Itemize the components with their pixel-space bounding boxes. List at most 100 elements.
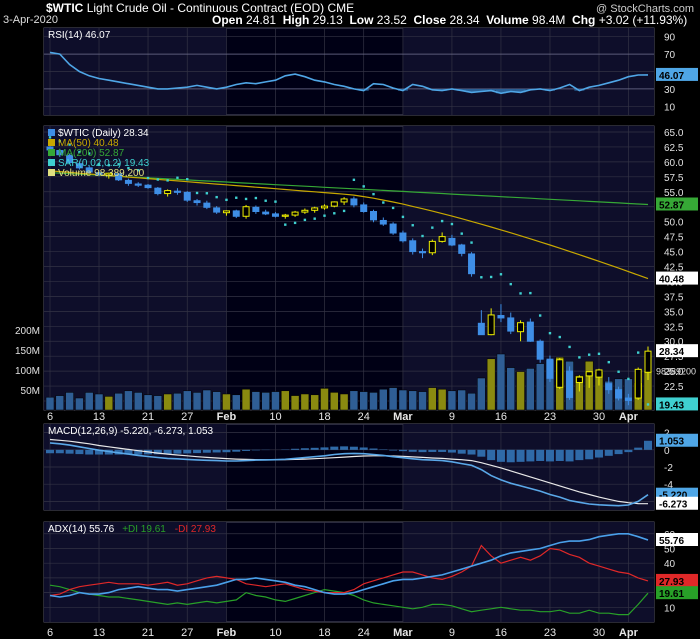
volume-bar: [94, 393, 104, 411]
candle-body: [487, 314, 495, 336]
sar-dot: [578, 356, 581, 359]
candle-body: [575, 376, 583, 383]
sar-dot: [205, 192, 209, 195]
sar-dot: [499, 273, 503, 276]
quote-date: 3-Apr-2020: [3, 14, 59, 26]
volume-bar: [45, 396, 55, 411]
candle-body: [222, 210, 230, 214]
volume-bar: [320, 388, 329, 411]
macd-histogram-bar: [55, 449, 64, 454]
x-tick-label: 18: [318, 627, 330, 639]
sar-dot: [421, 234, 424, 238]
y-tick-label: 37.5: [664, 292, 684, 303]
macd-histogram-bar: [310, 447, 319, 450]
macd-histogram-bar: [359, 447, 368, 450]
macd-histogram-bar: [320, 447, 329, 450]
candle-body: [497, 315, 505, 319]
macd-histogram-bar: [575, 449, 584, 461]
x-tick-label: 23: [544, 411, 556, 423]
x-tick-label: 16: [495, 411, 507, 423]
volume-bar: [535, 363, 545, 411]
x-tick-label: 10: [269, 627, 281, 639]
volume-tick-label: 100M: [15, 366, 40, 377]
volume-bar: [398, 389, 408, 411]
volume-bar: [153, 395, 163, 411]
sar-dot: [382, 201, 385, 204]
sar-dot: [352, 178, 356, 182]
ma50-last-value: 40.48: [659, 275, 684, 286]
candle-body: [389, 223, 397, 234]
volume-bar: [349, 390, 359, 411]
macd-histogram-bar: [555, 449, 564, 461]
volume-bar: [222, 393, 231, 411]
sar-dot: [440, 219, 444, 223]
macd-histogram-bar: [447, 449, 456, 453]
candle-body: [428, 240, 436, 254]
candle-body: [409, 240, 417, 253]
macd-hist-last-value: 1.053: [659, 437, 684, 448]
y-tick-label: 40: [664, 559, 676, 570]
macd-histogram-bar: [526, 449, 535, 462]
macd-histogram-bar: [193, 449, 202, 454]
y-tick-label: 22.5: [664, 382, 684, 393]
legend-swatch: [48, 159, 55, 166]
sar-dot: [264, 199, 267, 202]
macd-histogram-bar: [65, 449, 74, 454]
adx-last-value: 55.76: [659, 536, 684, 547]
volume-bar: [281, 390, 290, 411]
volume-bar: [55, 395, 65, 411]
macd-signal-last-value: -6.273: [659, 500, 688, 511]
sar-dot: [509, 282, 512, 286]
y-tick-label: 35.0: [664, 307, 684, 318]
macd-histogram-bar: [418, 449, 427, 453]
sar-dot: [627, 377, 630, 381]
candle-body: [134, 183, 142, 186]
candle-body: [370, 210, 378, 221]
sar-dot: [597, 352, 601, 355]
candle-body: [595, 369, 603, 378]
volume-bar: [300, 393, 310, 411]
candle-body: [507, 317, 515, 332]
adx-legend-part: +DI 19.61: [122, 524, 166, 535]
candle-body: [320, 205, 328, 209]
sar-last-value: 19.43: [659, 400, 684, 411]
volume-tick-label: 200M: [15, 326, 40, 337]
macd-histogram-bar: [457, 449, 466, 454]
sar-dot: [431, 226, 434, 229]
x-tick-label: 9: [449, 627, 455, 639]
y-tick-label: 47.5: [664, 233, 684, 244]
volume-bar: [84, 392, 94, 411]
macd-legend: MACD(12,26,9) -5.220, -6.273, 1.053: [48, 426, 214, 437]
volume-bar: [418, 391, 427, 411]
macd-histogram-bar: [634, 447, 643, 450]
macd-histogram-bar: [536, 449, 545, 461]
sar-dot: [372, 192, 375, 196]
macd-histogram-bar: [467, 449, 476, 455]
ohlc-summary: Open 24.81 High 29.13 Low 23.52 Close 28…: [212, 13, 688, 27]
candle-body: [468, 253, 476, 275]
sar-dot: [215, 195, 218, 199]
sar-dot: [529, 291, 532, 295]
x-tick-label: 24: [358, 627, 370, 639]
volume-tick-label: 150M: [15, 346, 40, 357]
volume-bar: [388, 387, 398, 411]
candle-body: [350, 198, 358, 206]
candle-body: [183, 191, 191, 201]
x-tick-label: 13: [93, 411, 105, 423]
sar-dot: [587, 353, 591, 356]
sar-dot: [489, 275, 493, 279]
y-tick-label: 55.0: [664, 188, 684, 199]
x-tick-label: 13: [93, 627, 105, 639]
sar-dot: [342, 209, 346, 213]
price-legend-entry: Volume 98,389,200: [58, 168, 145, 179]
volume-bar: [290, 395, 300, 411]
candle-body: [213, 207, 221, 213]
sar-dot: [225, 198, 228, 202]
candle-body: [173, 190, 181, 193]
macd-histogram-bar: [173, 449, 182, 454]
macd-histogram-bar: [516, 449, 525, 462]
macd-histogram-bar: [291, 448, 300, 450]
macd-histogram-bar: [438, 449, 447, 452]
macd-histogram-bar: [349, 446, 358, 450]
sar-dot: [284, 223, 287, 226]
